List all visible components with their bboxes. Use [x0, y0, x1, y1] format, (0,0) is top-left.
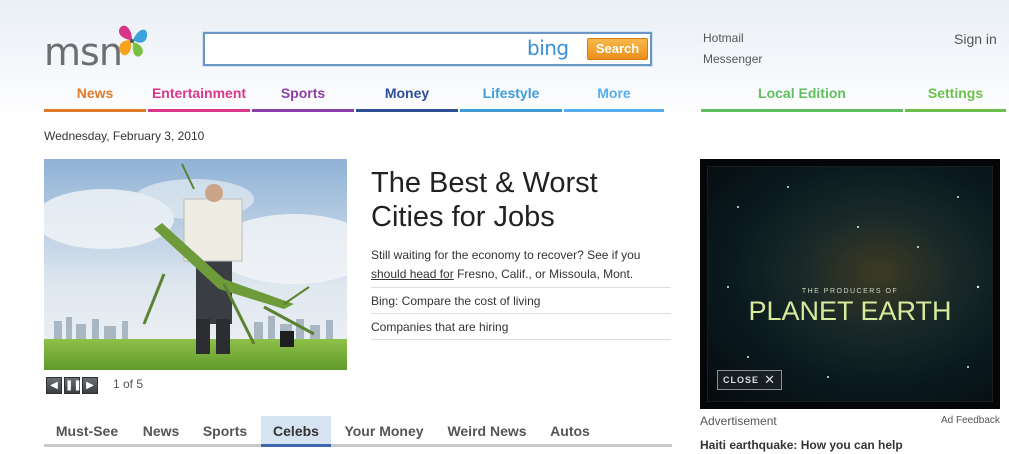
- starfield-image: [727, 186, 980, 378]
- tab-celebs[interactable]: Celebs: [261, 416, 331, 446]
- nav-item-label: Sports: [280, 85, 326, 101]
- nav-item-label: Settings: [927, 85, 984, 101]
- nav-item-entertainment[interactable]: Entertainment: [148, 82, 250, 112]
- advertisement-banner[interactable]: THE PRODUCERS OF PLANET EARTH CLOSE ✕: [700, 159, 1000, 409]
- nav-item-label: Local Edition: [758, 85, 846, 101]
- nav-underline: [44, 109, 146, 112]
- right-nav: Local Edition Settings: [701, 82, 1006, 112]
- nav-item-label: Entertainment: [151, 85, 247, 101]
- search-input[interactable]: [209, 38, 519, 60]
- msn-logo[interactable]: msn: [44, 18, 154, 74]
- nav-underline: [460, 109, 562, 112]
- blurb-text-suffix: Fresno, Calif., or Missoula, Mont.: [453, 267, 634, 281]
- nav-underline: [564, 109, 664, 112]
- nav-item-label: More: [597, 85, 631, 101]
- ad-feedback-link[interactable]: Ad Feedback: [941, 415, 1000, 426]
- search-box: bing Search: [203, 32, 652, 66]
- sign-in-link[interactable]: Sign in: [954, 31, 997, 47]
- ad-close-button[interactable]: CLOSE ✕: [717, 370, 782, 390]
- nav-item-settings[interactable]: Settings: [905, 82, 1006, 112]
- nav-underline: [356, 109, 458, 112]
- nav-item-label: Lifestyle: [482, 85, 540, 101]
- search-button[interactable]: Search: [587, 38, 648, 60]
- tab-news[interactable]: News: [132, 416, 190, 446]
- butterfly-icon: [118, 25, 148, 57]
- nav-underline: [252, 109, 354, 112]
- blurb-text: Still waiting for the economy to recover…: [371, 248, 641, 262]
- haiti-news-link[interactable]: Haiti earthquake: How you can help: [700, 438, 903, 452]
- active-tab-underline: [261, 444, 331, 447]
- ad-title: PLANET EARTH: [748, 296, 952, 326]
- ad-image: [707, 166, 993, 402]
- ad-subtitle: THE PRODUCERS OF: [801, 288, 899, 295]
- nav-item-more[interactable]: More: [564, 82, 664, 112]
- nav-item-sports[interactable]: Sports: [252, 82, 354, 112]
- hotmail-link[interactable]: Hotmail: [703, 31, 744, 45]
- nav-underline: [148, 109, 250, 112]
- ad-close-label: CLOSE: [723, 375, 760, 385]
- nav-item-local-edition[interactable]: Local Edition: [701, 82, 903, 112]
- bing-logo: bing: [527, 36, 569, 60]
- ad-label: Advertisement: [700, 414, 777, 428]
- tab-sports[interactable]: Sports: [194, 416, 256, 446]
- blurb-link[interactable]: should head for: [371, 267, 454, 281]
- nav-item-label: News: [76, 85, 114, 101]
- nav-underline: [905, 109, 1006, 112]
- nav-underline: [701, 109, 903, 112]
- nav-item-lifestyle[interactable]: Lifestyle: [460, 82, 562, 112]
- tab-must-see[interactable]: Must-See: [48, 416, 126, 446]
- messenger-link[interactable]: Messenger: [703, 52, 762, 66]
- feature-headline[interactable]: The Best & Worst Cities for Jobs: [371, 166, 671, 234]
- man-with-map-and-mantis-image: [44, 159, 347, 370]
- content-tabs: Must-See News Sports Celebs Your Money W…: [44, 416, 672, 448]
- nav-item-money[interactable]: Money: [356, 82, 458, 112]
- feature-image[interactable]: [44, 159, 347, 370]
- related-link-companies-hiring[interactable]: Companies that are hiring: [371, 313, 671, 339]
- tab-autos[interactable]: Autos: [544, 416, 596, 446]
- msn-logo-text: msn: [44, 30, 123, 74]
- feature-blurb: Still waiting for the economy to recover…: [371, 246, 671, 284]
- divider: [371, 339, 671, 340]
- tab-weird-news[interactable]: Weird News: [442, 416, 532, 446]
- nav-item-label: Money: [384, 85, 430, 101]
- pause-icon[interactable]: ❚❚: [64, 377, 82, 394]
- nav-item-news[interactable]: News: [44, 82, 146, 112]
- carousel-counter: 1 of 5: [113, 377, 144, 391]
- page-date: Wednesday, February 3, 2010: [44, 129, 205, 143]
- close-icon: ✕: [764, 372, 776, 387]
- chevron-right-icon[interactable]: ▶: [82, 377, 98, 394]
- main-nav: News Entertainment Sports Money Lifestyl…: [44, 82, 664, 112]
- tab-your-money[interactable]: Your Money: [338, 416, 430, 446]
- related-link-cost-of-living[interactable]: Bing: Compare the cost of living: [371, 287, 671, 313]
- chevron-left-icon[interactable]: ◀: [46, 377, 62, 394]
